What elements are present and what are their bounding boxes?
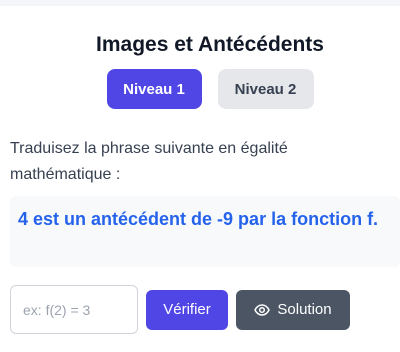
level-2-button[interactable]: Niveau 2	[217, 69, 314, 109]
solution-button-label: Solution	[277, 301, 332, 318]
answer-row: Vérifier Solution	[10, 285, 350, 334]
statement-text: 4 est un antécédent de -9 par la fonctio…	[18, 209, 379, 229]
level-selector: Niveau 1 Niveau 2	[0, 69, 400, 109]
level-1-button[interactable]: Niveau 1	[106, 69, 202, 109]
top-strip	[0, 0, 400, 6]
exercise-page: Images et Antécédents Niveau 1 Niveau 2 …	[0, 0, 400, 352]
statement-box: 4 est un antécédent de -9 par la fonctio…	[10, 196, 400, 267]
verify-button[interactable]: Vérifier	[146, 289, 228, 330]
verify-button-label: Vérifier	[163, 301, 211, 318]
instruction-text: Traduisez la phrase suivante en égalité …	[10, 140, 288, 183]
answer-input[interactable]	[10, 285, 138, 334]
eye-icon	[254, 302, 271, 318]
solution-button[interactable]: Solution	[236, 289, 350, 330]
page-title: Images et Antécédents	[96, 33, 324, 56]
